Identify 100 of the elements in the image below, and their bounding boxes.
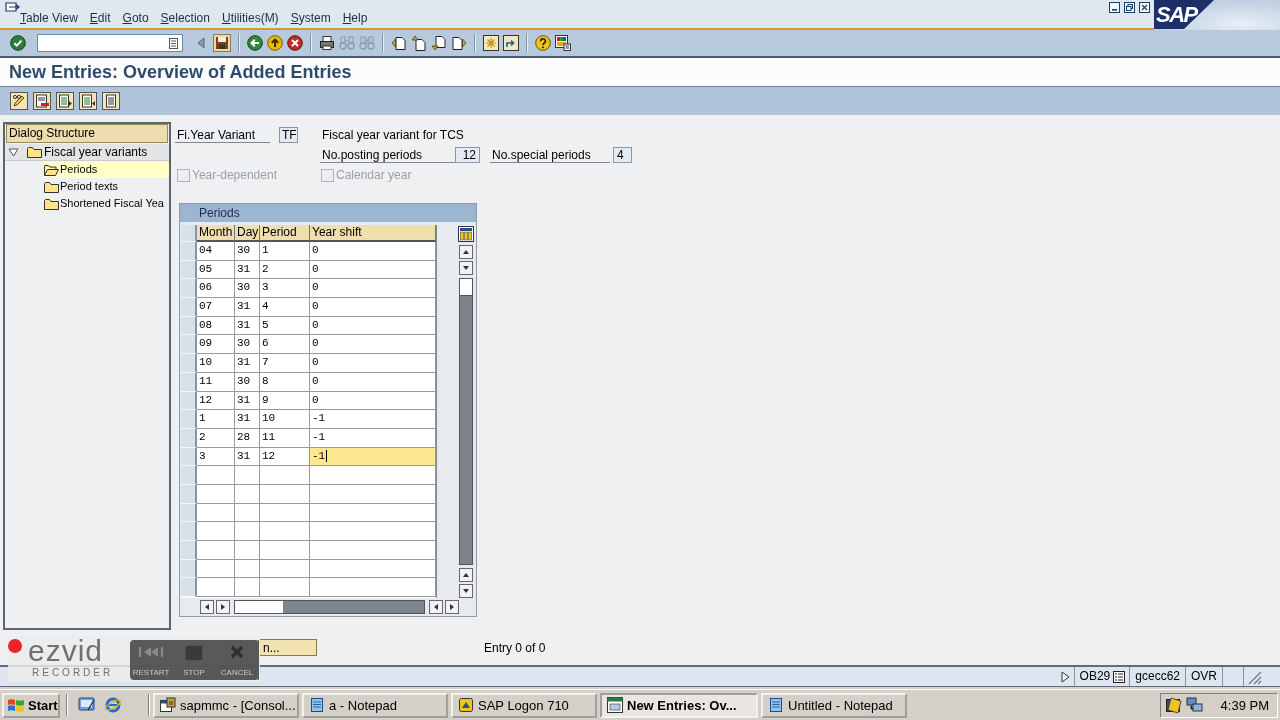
table-cell[interactable]: 7 [260, 354, 310, 373]
asterisk-tile-icon[interactable] [483, 35, 499, 51]
tray-app-icon[interactable] [1164, 696, 1183, 714]
table-cell[interactable]: 31 [235, 298, 260, 317]
scroll-up-icon[interactable] [459, 245, 473, 259]
column-header[interactable]: Year shift [310, 225, 436, 242]
table-cell[interactable]: 0 [310, 298, 436, 317]
menu-item[interactable]: Utilities(M) [221, 12, 279, 25]
menu-item[interactable]: Edit [89, 12, 111, 25]
table-cell[interactable]: 31 [235, 354, 260, 373]
tree-item[interactable]: Shortened Fiscal Yea [43, 195, 169, 212]
position-button[interactable]: n... [260, 639, 317, 656]
menu-item[interactable]: Help [342, 12, 368, 25]
collapse-arrow-icon[interactable] [197, 37, 205, 49]
document-minus-icon[interactable] [33, 92, 51, 110]
table-cell[interactable]: 09 [197, 335, 235, 355]
column-settings-icon[interactable] [458, 226, 474, 242]
table-cell[interactable]: 0 [310, 242, 436, 261]
recorder-button[interactable]: RESTART [130, 640, 173, 680]
last-page-icon[interactable] [451, 35, 467, 51]
tree-item[interactable]: Period texts [43, 178, 169, 195]
scrollbar-track[interactable] [459, 278, 473, 565]
scroll-down-icon[interactable] [459, 584, 473, 598]
table-cell[interactable]: 30 [235, 279, 260, 299]
scroll-left-icon[interactable] [200, 600, 214, 614]
tree-item[interactable]: Periods [43, 161, 169, 178]
restore-icon[interactable] [1124, 2, 1135, 13]
table-cell[interactable]: 1 [260, 242, 310, 261]
taskbar-button[interactable]: SAP Logon 710 [451, 692, 597, 718]
column-header[interactable]: Period [260, 225, 310, 242]
taskbar-button[interactable]: New Entries: Ov... [600, 692, 758, 718]
globe-icon[interactable] [104, 696, 122, 714]
menu-item[interactable]: Selection [160, 12, 210, 25]
table-cell[interactable]: 30 [235, 335, 260, 355]
row-selector[interactable] [181, 466, 197, 485]
row-selector[interactable] [181, 354, 197, 373]
row-selector[interactable] [181, 279, 197, 299]
table-cell[interactable]: 31 [235, 410, 260, 429]
printer-icon[interactable] [319, 35, 335, 51]
scrollbar-track[interactable] [234, 600, 425, 614]
binoculars-plus-icon[interactable] [359, 35, 375, 51]
recorder-button[interactable]: CANCEL [216, 640, 259, 680]
row-selector[interactable] [181, 541, 197, 560]
row-selector[interactable] [181, 410, 197, 429]
minimize-icon[interactable] [1109, 2, 1120, 13]
recorder-button[interactable]: STOP [173, 640, 216, 680]
previous-page-icon[interactable] [411, 35, 427, 51]
row-selector[interactable] [181, 335, 197, 355]
table-cell[interactable]: 10 [260, 410, 310, 429]
menu-item[interactable]: Table View [20, 12, 78, 25]
tree-item[interactable]: Fiscal year variants [5, 144, 169, 161]
row-selector[interactable] [181, 522, 197, 541]
scroll-down-icon[interactable] [459, 261, 473, 275]
check-icon[interactable] [10, 35, 26, 51]
first-page-icon[interactable] [391, 35, 407, 51]
taskbar-button[interactable]: sapmmc - [Consol... [153, 692, 299, 718]
command-field[interactable] [37, 34, 183, 52]
desktop-icon[interactable] [78, 696, 96, 714]
left-arrow-icon[interactable] [247, 35, 263, 51]
select-all-button[interactable] [181, 225, 197, 242]
taskbar-button[interactable]: a - Notepad [302, 692, 448, 718]
layout-grid-icon[interactable] [555, 35, 571, 51]
table-cell[interactable]: 30 [235, 242, 260, 261]
network-icon[interactable] [1185, 696, 1204, 714]
table-cell[interactable]: -1 [310, 410, 436, 429]
taskbar-button[interactable]: Untitled - Notepad [761, 692, 907, 718]
scroll-up-icon[interactable] [459, 568, 473, 582]
list-icon[interactable] [1113, 670, 1126, 683]
start-button[interactable]: Start [2, 692, 60, 718]
table-cell[interactable]: 0 [310, 335, 436, 355]
close-icon[interactable] [1139, 2, 1150, 13]
document-lines-icon[interactable] [102, 92, 120, 110]
scroll-right-icon[interactable] [445, 600, 459, 614]
floppy-disk-icon[interactable] [213, 34, 231, 52]
scrollbar-thumb[interactable] [235, 601, 283, 613]
table-cell[interactable]: 0 [310, 279, 436, 299]
system-menu-icon[interactable] [5, 2, 20, 13]
row-selector[interactable] [181, 298, 197, 317]
menu-item[interactable]: System [290, 12, 331, 25]
up-arrow-icon[interactable] [267, 35, 283, 51]
row-selector[interactable] [181, 242, 197, 261]
bent-arrow-tile-icon[interactable] [503, 35, 519, 51]
scrollbar-thumb[interactable] [460, 279, 472, 296]
table-cell[interactable]: 0 [310, 354, 436, 373]
table-cell[interactable]: 6 [260, 335, 310, 355]
x-circle-icon[interactable] [287, 35, 303, 51]
expand-arrow-icon[interactable] [8, 146, 19, 158]
table-cell[interactable]: 04 [197, 242, 235, 261]
table-cell[interactable]: 3 [260, 279, 310, 299]
scroll-right-icon[interactable] [216, 600, 230, 614]
triangle-icon[interactable] [1060, 670, 1070, 683]
column-header[interactable]: Month [197, 225, 235, 242]
table-cell[interactable]: 07 [197, 298, 235, 317]
next-page-icon[interactable] [431, 35, 447, 51]
scroll-left-icon[interactable] [429, 600, 443, 614]
table-cell[interactable]: 4 [260, 298, 310, 317]
help-icon[interactable] [535, 35, 551, 51]
table-cell[interactable]: 10 [197, 354, 235, 373]
pencil-glasses-icon[interactable] [10, 92, 28, 110]
dropdown-list-icon[interactable] [169, 37, 178, 49]
